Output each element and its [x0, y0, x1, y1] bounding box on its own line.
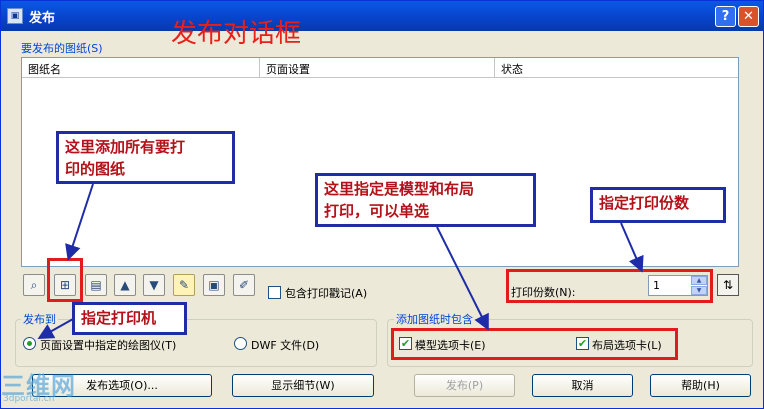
sheets-list-label: 要发布的图纸(S): [21, 42, 103, 55]
plotter-option-label: 页面设置中指定的绘图仪(T): [40, 339, 177, 352]
remove-sheets-icon: ▤: [90, 278, 102, 292]
watermark-sub: 3dportal.cn: [3, 394, 55, 404]
include-tabs-highlight: [391, 328, 678, 360]
callout-model-layout-line1: 这里指定是模型和布局: [324, 180, 475, 198]
callout-model-layout-line2: 打印，可以单选: [324, 202, 430, 220]
move-up-button[interactable]: ▲: [114, 274, 136, 296]
move-down-icon: ▼: [149, 278, 159, 292]
sort-button[interactable]: ⇅: [717, 274, 739, 296]
watermark: 三维网 3dportal.cn: [1, 366, 101, 408]
cancel-button[interactable]: 取消: [532, 374, 633, 397]
show-details-button[interactable]: 显示细节(W): [232, 374, 374, 397]
title-bar: ▣ 发布 ? ✕: [1, 1, 763, 31]
app-icon: ▣: [7, 8, 23, 24]
move-down-button[interactable]: ▼: [143, 274, 165, 296]
include-stamp-label: 包含打印戳记(A): [285, 287, 368, 300]
save-list-icon: ▣: [208, 278, 220, 292]
dwf-radio[interactable]: [234, 337, 247, 350]
remove-sheets-button[interactable]: ▤: [85, 274, 107, 296]
plotter-radio[interactable]: [23, 337, 36, 350]
copies-highlight: [506, 269, 713, 303]
column-header-status[interactable]: 状态: [495, 58, 738, 78]
help-title-button[interactable]: ?: [715, 6, 736, 27]
dwf-option-label: DWF 文件(D): [251, 339, 320, 352]
callout-copies: 指定打印份数: [590, 187, 726, 223]
load-list-icon: ✎: [178, 278, 190, 292]
column-header-page-setup[interactable]: 页面设置: [260, 58, 495, 78]
callout-add-sheets: 这里添加所有要打 印的图纸: [56, 131, 235, 184]
callout-add-sheets-line1: 这里添加所有要打: [65, 138, 186, 156]
help-button[interactable]: 帮助(H): [650, 374, 751, 397]
window-title: 发布: [29, 11, 56, 26]
save-list-button[interactable]: ▣: [203, 274, 225, 296]
column-header-sheet-name[interactable]: 图纸名: [22, 58, 260, 78]
preview-icon: ⌕: [30, 278, 38, 292]
include-stamp-checkbox[interactable]: [268, 286, 281, 299]
sort-icon: ⇅: [722, 278, 734, 292]
plot-stamp-settings-button[interactable]: ✐: [233, 274, 255, 296]
load-list-button[interactable]: ✎: [173, 274, 195, 296]
publish-to-label: 发布到: [21, 311, 58, 327]
publish-button[interactable]: 发布(P): [414, 374, 515, 397]
publish-dialog: ▣ 发布 ? ✕ 发布对话框 要发布的图纸(S) 图纸名 页面设置 状态 ⌕ ⊞…: [0, 0, 764, 409]
include-when-adding-label: 添加图纸时包含: [394, 311, 475, 327]
move-up-icon: ▲: [120, 278, 130, 292]
preview-button[interactable]: ⌕: [23, 274, 45, 296]
overlay-title: 发布对话框: [171, 19, 302, 49]
callout-plotter: 指定打印机: [72, 302, 187, 335]
callout-model-layout: 这里指定是模型和布局 打印，可以单选: [315, 173, 536, 227]
close-button[interactable]: ✕: [738, 6, 759, 27]
plot-stamp-settings-icon: ✐: [238, 278, 250, 292]
add-sheets-highlight: [47, 258, 83, 302]
callout-add-sheets-line2: 印的图纸: [65, 160, 126, 178]
